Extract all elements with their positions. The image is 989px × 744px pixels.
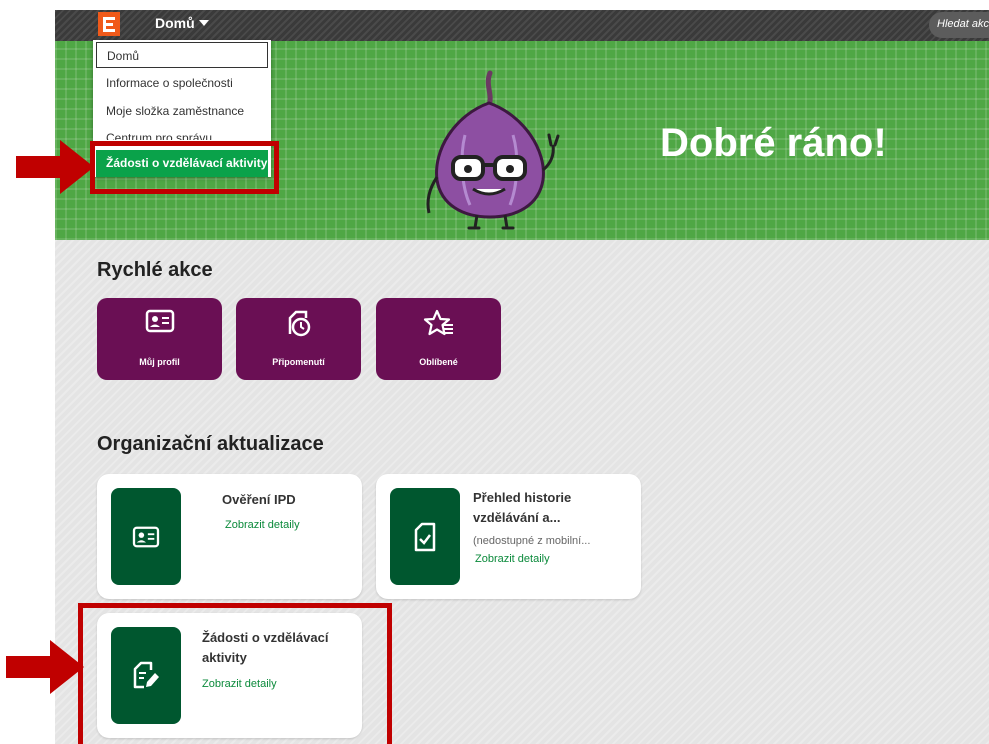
card-title: Ověření IPD bbox=[222, 492, 296, 507]
quick-action-label: Připomenutí bbox=[272, 357, 325, 367]
card-icon-tile bbox=[111, 627, 181, 724]
menu-item-admin-center[interactable]: Centrum pro správu bbox=[96, 131, 268, 140]
annotation-arrow-icon bbox=[6, 640, 84, 694]
greeting-heading: Dobré ráno! bbox=[660, 121, 887, 165]
quick-action-favorites[interactable]: Oblíbené bbox=[376, 298, 501, 380]
document-check-icon bbox=[414, 522, 436, 551]
card-title: Žádosti o vzdělávací aktivity bbox=[202, 630, 329, 665]
quick-actions-title: Rychlé akce bbox=[97, 259, 213, 281]
caret-down-icon bbox=[198, 20, 209, 26]
view-details-link[interactable]: Zobrazit detaily bbox=[225, 519, 300, 531]
quick-action-label: Oblíbené bbox=[419, 357, 458, 367]
document-edit-icon bbox=[133, 661, 159, 688]
card-subtitle: (nedostupné z mobilní... bbox=[473, 535, 591, 547]
profile-card-icon bbox=[132, 526, 160, 547]
annotation-arrow-icon bbox=[16, 140, 94, 194]
update-card-ipd[interactable]: Ověření IPD Zobrazit detaily bbox=[97, 474, 362, 599]
search-input[interactable]: Hledat akce bbox=[929, 12, 989, 38]
fig-mascot-illustration bbox=[426, 70, 560, 230]
home-menu-label: Domů bbox=[155, 15, 195, 31]
top-bar: Domů Hledat akce bbox=[55, 10, 989, 41]
quick-action-my-profile[interactable]: Můj profil bbox=[97, 298, 222, 380]
menu-item-company-info[interactable]: Informace o společnosti bbox=[96, 70, 268, 96]
view-details-link[interactable]: Zobrazit detaily bbox=[202, 678, 277, 690]
quick-action-reminders[interactable]: Připomenutí bbox=[236, 298, 361, 380]
favorites-icon bbox=[423, 309, 453, 336]
menu-item-employee-file[interactable]: Moje složka zaměstnance bbox=[96, 98, 268, 124]
profile-card-icon bbox=[145, 309, 174, 333]
reminder-icon bbox=[288, 310, 310, 337]
home-dropdown-menu: Domů Informace o společnosti Moje složka… bbox=[93, 40, 271, 177]
update-card-learning-requests[interactable]: Žádosti o vzdělávací aktivity Zobrazit d… bbox=[97, 613, 362, 738]
company-logo[interactable] bbox=[98, 12, 120, 36]
card-icon-tile bbox=[111, 488, 181, 585]
home-menu-button[interactable]: Domů bbox=[155, 15, 209, 31]
menu-item-learning-requests[interactable]: Žádosti o vzdělávací aktivity bbox=[96, 150, 268, 177]
view-details-link[interactable]: Zobrazit detaily bbox=[475, 553, 550, 565]
card-title: Přehled historie vzdělávání a... bbox=[473, 490, 572, 525]
card-icon-tile bbox=[390, 488, 460, 585]
app-frame: Domů Hledat akce Dobré ráno! Domů Inform… bbox=[55, 10, 989, 744]
org-updates-title: Organizační aktualizace bbox=[97, 433, 324, 455]
menu-item-home[interactable]: Domů bbox=[96, 42, 268, 68]
quick-action-label: Můj profil bbox=[139, 357, 180, 367]
update-card-learning-history[interactable]: Přehled historie vzdělávání a... (nedost… bbox=[376, 474, 641, 599]
